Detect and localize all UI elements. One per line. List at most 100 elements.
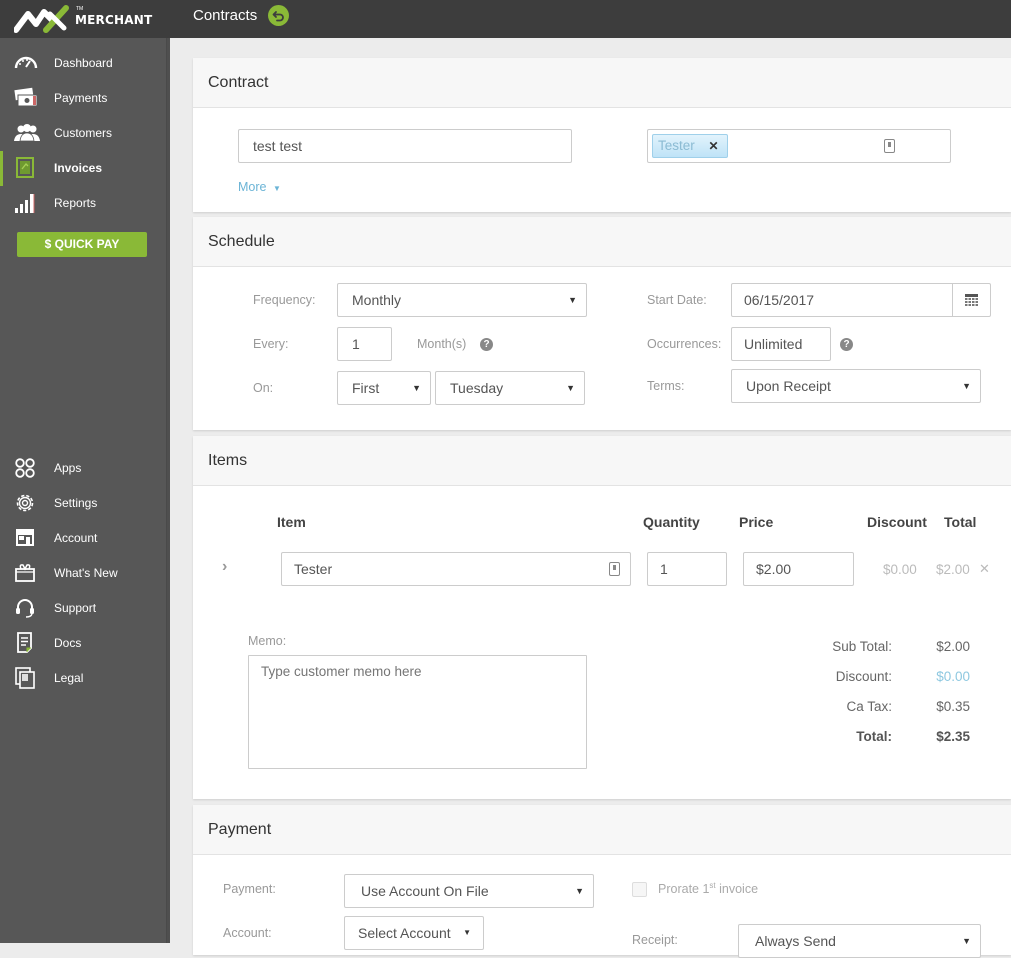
receipt-select[interactable]: Always Send ▼ — [738, 924, 981, 958]
subtotal-value: $2.00 — [936, 639, 970, 654]
sidebar-item-invoices[interactable]: Invoices — [0, 151, 167, 186]
back-arrow-icon[interactable] — [268, 5, 289, 26]
prorate-checkbox[interactable] — [632, 882, 647, 897]
quick-pay-button[interactable]: $ QUICK PAY — [17, 232, 147, 257]
items-panel-title: Items — [208, 451, 248, 469]
sidebar-item-account[interactable]: Account — [0, 521, 167, 556]
price-input[interactable]: $2.00 — [743, 552, 854, 586]
sidebar-item-reports[interactable]: Reports — [0, 186, 167, 221]
contract-name-input[interactable]: test test — [238, 129, 572, 163]
payment-method-value: Use Account On File — [361, 883, 489, 899]
dashboard-gauge-icon — [14, 52, 38, 74]
on-day-select[interactable]: Tuesday ▼ — [435, 371, 585, 405]
payment-method-select[interactable]: Use Account On File ▼ — [344, 874, 594, 908]
receipt-label: Receipt: — [632, 933, 678, 947]
memo-textarea[interactable] — [248, 655, 587, 769]
schedule-panel: Schedule Frequency: Monthly ▼ Every: 1 M… — [193, 217, 1011, 430]
logo-mark-icon — [13, 5, 69, 33]
merchant-logo[interactable]: TM MERCHANT — [13, 4, 153, 34]
total-label: Total: — [856, 729, 892, 744]
contract-panel: Contract test test Tester ✕ More ▼ — [193, 58, 1011, 212]
column-header-price: Price — [739, 514, 774, 530]
start-date-value: 06/15/2017 — [744, 292, 815, 308]
apps-grid-icon — [14, 457, 38, 479]
item-name-input[interactable]: Tester — [281, 552, 631, 586]
headset-icon — [14, 597, 38, 619]
remove-row-icon[interactable]: ✕ — [979, 561, 990, 577]
sidebar-item-label: Customers — [54, 126, 113, 140]
help-icon[interactable]: ? — [480, 338, 493, 351]
tax-value: $0.35 — [936, 699, 970, 714]
column-header-total: Total — [944, 514, 977, 530]
every-label: Every: — [253, 337, 289, 351]
subtotal-label: Sub Total: — [832, 639, 892, 654]
sidebar-item-legal[interactable]: Legal — [0, 661, 167, 696]
more-toggle[interactable]: More ▼ — [238, 180, 281, 194]
caret-down-icon: ▼ — [962, 936, 971, 946]
sidebar-item-whats-new[interactable]: What's New — [0, 556, 167, 591]
calendar-icon[interactable] — [952, 284, 990, 316]
frequency-select[interactable]: Monthly ▼ — [337, 283, 587, 317]
remove-tag-icon[interactable]: ✕ — [709, 139, 719, 153]
page-title: Contracts — [193, 7, 258, 24]
more-label: More — [238, 180, 267, 194]
logo-trademark: TM — [76, 6, 84, 12]
discount-value-link[interactable]: $0.00 — [936, 669, 970, 684]
on-label: On: — [253, 381, 274, 395]
payment-method-label: Payment: — [223, 882, 276, 896]
caret-down-icon: ▼ — [568, 295, 577, 305]
legal-copy-icon — [14, 667, 38, 689]
money-bills-icon — [14, 87, 38, 109]
terms-select[interactable]: Upon Receipt ▼ — [731, 369, 981, 403]
every-unit-label: Month(s) — [417, 337, 467, 351]
column-header-quantity: Quantity — [643, 514, 700, 530]
customer-tag: Tester ✕ — [652, 134, 728, 158]
sidebar-item-dashboard[interactable]: Dashboard — [0, 46, 167, 81]
caret-down-icon: ▼ — [412, 383, 421, 393]
account-label: Account: — [223, 926, 272, 940]
help-icon[interactable]: ? — [840, 338, 853, 351]
quantity-input[interactable]: 1 — [647, 552, 727, 586]
account-select[interactable]: Select Account ▼ — [344, 916, 484, 950]
storefront-icon — [14, 527, 38, 549]
sidebar-item-label: Payments — [54, 91, 108, 105]
document-icon — [14, 632, 38, 654]
sidebar-item-payments[interactable]: Payments — [0, 81, 167, 116]
sidebar-item-label: Dashboard — [54, 56, 113, 70]
account-value: Select Account — [358, 925, 451, 941]
on-ordinal-select[interactable]: First ▼ — [337, 371, 431, 405]
terms-value: Upon Receipt — [746, 378, 831, 394]
frequency-label: Frequency: — [253, 293, 316, 307]
sidebar-item-label: Reports — [54, 196, 97, 210]
payment-panel-header: Payment — [193, 805, 1011, 855]
sidebar-item-docs[interactable]: Docs — [0, 626, 167, 661]
occurrences-input[interactable]: Unlimited — [731, 327, 831, 361]
on-ordinal-value: First — [352, 380, 380, 396]
sidebar-item-customers[interactable]: Customers — [0, 116, 167, 151]
sidebar-item-support[interactable]: Support — [0, 591, 167, 626]
sidebar-item-label: Legal — [54, 671, 84, 685]
start-date-input[interactable]: 06/15/2017 — [731, 283, 991, 317]
expand-row-chevron-icon[interactable]: › — [222, 558, 227, 576]
start-date-label: Start Date: — [647, 293, 707, 307]
bar-chart-icon — [14, 192, 38, 214]
item-lookup-icon[interactable] — [609, 562, 620, 576]
logo-text: MERCHANT — [75, 13, 153, 27]
schedule-panel-header: Schedule — [193, 217, 1011, 267]
sidebar-item-settings[interactable]: Settings — [0, 486, 167, 521]
receipt-value: Always Send — [755, 933, 836, 949]
payment-panel-title: Payment — [208, 820, 272, 838]
payment-panel: Payment Payment: Use Account On File ▼ A… — [193, 805, 1011, 958]
memo-label: Memo: — [248, 634, 287, 648]
item-name-value: Tester — [294, 561, 333, 577]
row-total-value: $2.00 — [936, 562, 970, 577]
sidebar-item-label: Account — [54, 531, 98, 545]
contact-card-icon[interactable] — [884, 139, 895, 153]
every-input[interactable]: 1 — [337, 327, 392, 361]
column-header-discount: Discount — [867, 514, 927, 530]
customer-select-input[interactable]: Tester ✕ — [647, 129, 951, 163]
sidebar-item-apps[interactable]: Apps — [0, 451, 167, 486]
total-value: $2.35 — [936, 729, 970, 744]
items-panel-header: Items — [193, 436, 1011, 486]
items-panel: Items Item Quantity Price Discount Total… — [193, 436, 1011, 799]
